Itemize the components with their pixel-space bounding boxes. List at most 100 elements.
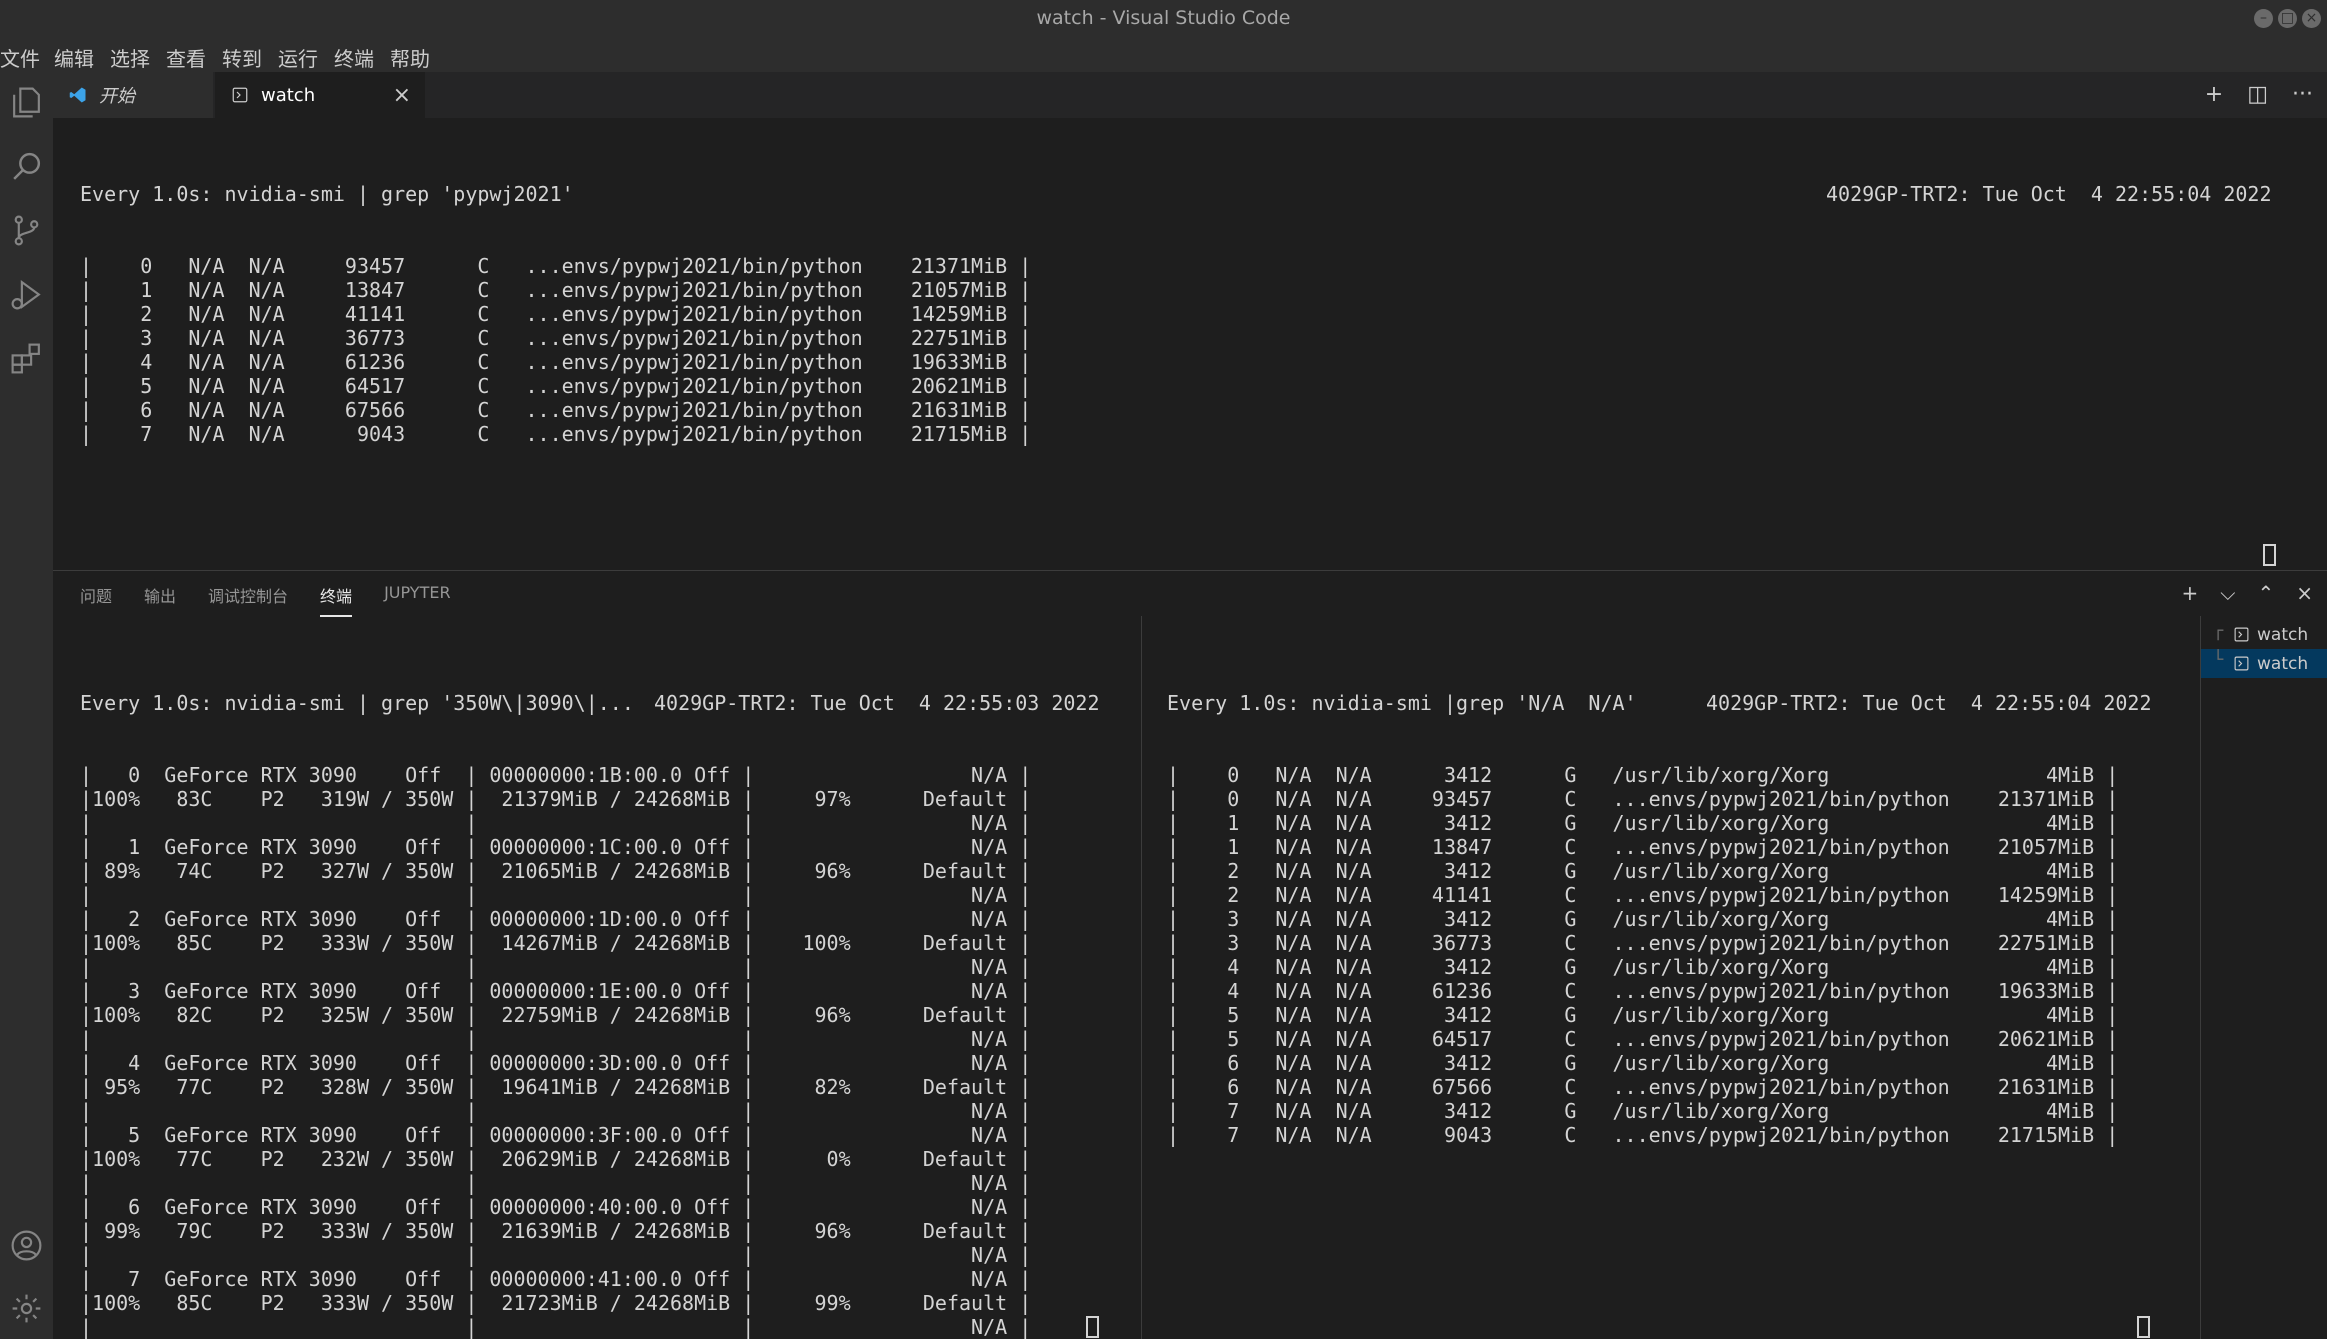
search-icon[interactable] xyxy=(8,148,45,185)
menu-bar: 文件 编辑 选择 查看 转到 运行 终端 帮助 xyxy=(0,38,2327,72)
gpu-row: | 2 GeForce RTX 3090 Off | 00000000:1D:0… xyxy=(80,907,1032,931)
tree-branch-icon: └ xyxy=(2213,650,2224,670)
window-title: watch - Visual Studio Code xyxy=(1036,7,1291,29)
terminal-icon xyxy=(231,86,249,104)
tab-debug-console[interactable]: 调试控制台 xyxy=(208,583,288,617)
gpu-row: | 1 GeForce RTX 3090 Off | 00000000:1C:0… xyxy=(80,835,1032,859)
terminal-line: | 3 N/A N/A 36773 C ...envs/pypwj2021/bi… xyxy=(1167,931,2119,955)
editor-tab-bar: 开始 watch × + ◫ ··· xyxy=(53,72,2327,118)
gpu-row: |100% 82C P2 325W / 350W | 22759MiB / 24… xyxy=(80,1003,1032,1027)
account-icon[interactable] xyxy=(8,1227,45,1264)
bottom-panel: 问题 输出 调试控制台 终端 JUPYTER + ⌵ ⌃ × Every 1.0… xyxy=(53,570,2327,1339)
menu-file[interactable]: 文件 xyxy=(0,43,40,72)
source-control-icon[interactable] xyxy=(8,212,45,249)
files-icon[interactable] xyxy=(8,84,45,121)
gpu-row: | | | N/A | xyxy=(80,1171,1032,1195)
terminal-line: | 6 N/A N/A 67566 C ...envs/pypwj2021/bi… xyxy=(80,398,1032,422)
right-terminal-output[interactable]: | 0 N/A N/A 3412 G /usr/lib/xorg/Xorg 4M… xyxy=(1167,739,2118,1147)
editor-terminal-header-right: 4029GP-TRT2: Tue Oct 4 22:55:04 2022 xyxy=(1826,182,2272,206)
terminal-list-label: watch xyxy=(2257,624,2309,645)
terminal-cursor xyxy=(2263,544,2276,566)
menu-edit[interactable]: 编辑 xyxy=(54,43,94,72)
tab-start[interactable]: 开始 xyxy=(53,72,213,118)
terminal-line: | 5 N/A N/A 64517 C ...envs/pypwj2021/bi… xyxy=(80,374,1032,398)
terminal-line: | 0 N/A N/A 93457 C ...envs/pypwj2021/bi… xyxy=(1167,787,2119,811)
terminal-line: | 5 N/A N/A 64517 C ...envs/pypwj2021/bi… xyxy=(1167,1027,2119,1051)
activity-bar xyxy=(0,72,53,1339)
terminal-line: | 0 N/A N/A 93457 C ...envs/pypwj2021/bi… xyxy=(80,254,1032,278)
vscode-logo-icon xyxy=(69,86,87,104)
panel-tabs: 问题 输出 调试控制台 终端 JUPYTER xyxy=(80,583,451,617)
menu-help[interactable]: 帮助 xyxy=(390,43,430,72)
right-terminal-header-right: 4029GP-TRT2: Tue Oct 4 22:55:04 2022 xyxy=(1706,691,2152,715)
left-terminal-header-left: Every 1.0s: nvidia-smi | grep '350W\|309… xyxy=(80,691,634,715)
gpu-row: | | | N/A | xyxy=(80,1099,1032,1123)
gpu-row: | 0 GeForce RTX 3090 Off | 00000000:1B:0… xyxy=(80,763,1032,787)
run-debug-icon[interactable] xyxy=(8,276,45,313)
extensions-icon[interactable] xyxy=(8,340,45,377)
gpu-row: | | | N/A | xyxy=(80,955,1032,979)
minimize-icon[interactable]: – xyxy=(2254,9,2273,28)
terminal-line: | 4 N/A N/A 61236 C ...envs/pypwj2021/bi… xyxy=(1167,979,2119,1003)
settings-gear-icon[interactable] xyxy=(8,1290,45,1327)
menu-go[interactable]: 转到 xyxy=(222,43,262,72)
gpu-row: | 3 GeForce RTX 3090 Off | 00000000:1E:0… xyxy=(80,979,1032,1003)
terminal-line: | 4 N/A N/A 61236 C ...envs/pypwj2021/bi… xyxy=(80,350,1032,374)
terminal-line: | 2 N/A N/A 3412 G /usr/lib/xorg/Xorg 4M… xyxy=(1167,859,2119,883)
terminal-line: | 1 N/A N/A 3412 G /usr/lib/xorg/Xorg 4M… xyxy=(1167,811,2119,835)
menu-run[interactable]: 运行 xyxy=(278,43,318,72)
terminal-line: | 2 N/A N/A 41141 C ...envs/pypwj2021/bi… xyxy=(1167,883,2119,907)
gpu-row: |100% 83C P2 319W / 350W | 21379MiB / 24… xyxy=(80,787,1032,811)
terminal-dropdown-icon[interactable]: ⌵ xyxy=(2220,581,2235,605)
gpu-row: |100% 85C P2 333W / 350W | 21723MiB / 24… xyxy=(80,1291,1032,1315)
gpu-row: | 95% 77C P2 328W / 350W | 19641MiB / 24… xyxy=(80,1075,1032,1099)
terminal-line: | 4 N/A N/A 3412 G /usr/lib/xorg/Xorg 4M… xyxy=(1167,955,2119,979)
tabbar-actions: + ◫ ··· xyxy=(2205,82,2313,107)
terminal-line: | 7 N/A N/A 9043 C ...envs/pypwj2021/bin… xyxy=(1167,1123,2119,1147)
terminal-split-divider[interactable] xyxy=(1141,616,1142,1339)
terminal-line: | 1 N/A N/A 13847 C ...envs/pypwj2021/bi… xyxy=(80,278,1032,302)
right-terminal-cursor xyxy=(2137,1316,2150,1338)
tab-problems[interactable]: 问题 xyxy=(80,583,112,617)
left-terminal-cursor xyxy=(1086,1316,1099,1338)
gpu-row: | | | N/A | xyxy=(80,1027,1032,1051)
maximize-icon[interactable]: □ xyxy=(2278,9,2297,28)
left-terminal-output[interactable]: | 0 GeForce RTX 3090 Off | 00000000:1B:0… xyxy=(80,739,1031,1339)
terminal-list: ┌ watch └ watch xyxy=(2200,616,2327,1339)
tab-terminal[interactable]: 终端 xyxy=(320,583,353,617)
close-panel-icon[interactable]: × xyxy=(2296,581,2313,605)
tab-jupyter[interactable]: JUPYTER xyxy=(384,583,451,617)
terminal-list-item-watch-1[interactable]: watch xyxy=(2201,620,2327,649)
add-terminal-icon[interactable]: + xyxy=(2182,581,2199,605)
right-terminal-header-left: Every 1.0s: nvidia-smi |grep 'N/A N/A' xyxy=(1167,691,1637,715)
close-icon[interactable]: × xyxy=(393,83,411,108)
terminal-line: | 7 N/A N/A 9043 C ...envs/pypwj2021/bin… xyxy=(80,422,1032,446)
gpu-row: | | | N/A | xyxy=(80,883,1032,907)
more-actions-icon[interactable]: ··· xyxy=(2292,82,2313,107)
terminal-line: | 2 N/A N/A 41141 C ...envs/pypwj2021/bi… xyxy=(80,302,1032,326)
gpu-row: | 99% 79C P2 333W / 350W | 21639MiB / 24… xyxy=(80,1219,1032,1243)
gpu-row: | | | N/A | xyxy=(80,811,1032,835)
split-editor-icon[interactable]: ◫ xyxy=(2247,82,2268,107)
editor-terminal-output: | 0 N/A N/A 93457 C ...envs/pypwj2021/bi… xyxy=(80,230,1031,446)
terminal-icon xyxy=(2233,626,2250,643)
gpu-row: | | | N/A | xyxy=(80,1243,1032,1267)
terminal-line: | 0 N/A N/A 3412 G /usr/lib/xorg/Xorg 4M… xyxy=(1167,763,2119,787)
gpu-row: | 4 GeForce RTX 3090 Off | 00000000:3D:0… xyxy=(80,1051,1032,1075)
close-window-icon[interactable]: × xyxy=(2302,9,2321,28)
menu-selection[interactable]: 选择 xyxy=(110,43,150,72)
tab-output[interactable]: 输出 xyxy=(144,583,176,617)
gpu-row: | | | N/A | xyxy=(80,1315,1032,1339)
maximize-panel-icon[interactable]: ⌃ xyxy=(2257,581,2274,605)
gpu-row: | 5 GeForce RTX 3090 Off | 00000000:3F:0… xyxy=(80,1123,1032,1147)
editor-terminal-header-left: Every 1.0s: nvidia-smi | grep 'pypwj2021… xyxy=(80,182,574,206)
terminal-line: | 3 N/A N/A 36773 C ...envs/pypwj2021/bi… xyxy=(80,326,1032,350)
terminal-line: | 3 N/A N/A 3412 G /usr/lib/xorg/Xorg 4M… xyxy=(1167,907,2119,931)
menu-terminal[interactable]: 终端 xyxy=(334,43,374,72)
menu-view[interactable]: 查看 xyxy=(166,43,206,72)
terminal-line: | 6 N/A N/A 67566 C ...envs/pypwj2021/bi… xyxy=(1167,1075,2119,1099)
editor-terminal[interactable]: Every 1.0s: nvidia-smi | grep 'pypwj2021… xyxy=(53,118,2327,570)
tab-watch[interactable]: watch × xyxy=(215,72,425,118)
panel-actions: + ⌵ ⌃ × xyxy=(2182,581,2313,605)
new-terminal-icon[interactable]: + xyxy=(2205,82,2223,107)
